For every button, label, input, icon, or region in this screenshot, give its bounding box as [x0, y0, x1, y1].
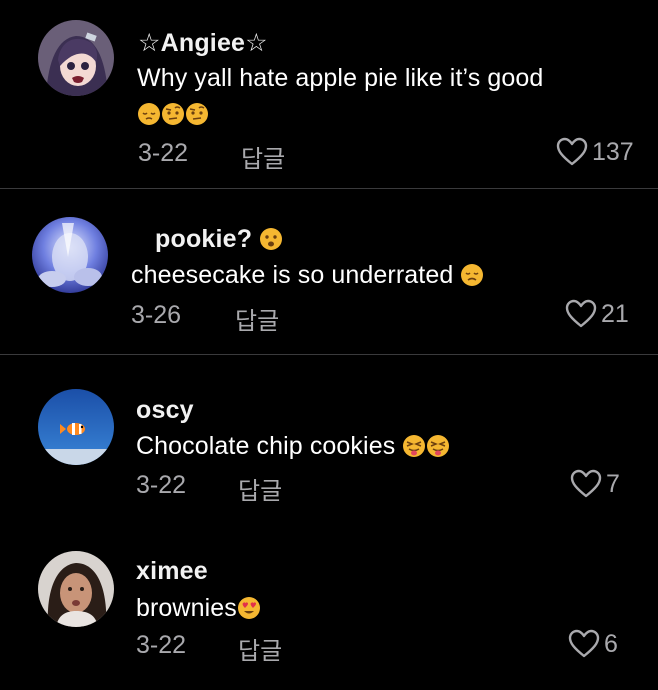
username[interactable]: pookie?	[155, 225, 283, 254]
comment-text-content: cheesecake is so underrated	[131, 261, 454, 289]
squinting-face-with-tongue-emoji	[426, 434, 450, 458]
comment-text-content: Chocolate chip cookies	[136, 432, 396, 460]
reply-button[interactable]: 답글	[238, 631, 282, 666]
like-count: 7	[606, 469, 620, 498]
comment-text: Chocolate chip cookies	[136, 428, 616, 464]
like-count: 21	[601, 299, 629, 328]
like-count: 6	[604, 629, 618, 658]
reply-button[interactable]: 답글	[241, 139, 285, 174]
username[interactable]: oscy	[136, 396, 194, 425]
comment-list: ☆Angiee☆ Why yall hate apple pie like it…	[0, 0, 658, 690]
heart-outline-icon[interactable]	[568, 629, 600, 659]
comment-date: 3-22	[136, 631, 187, 659]
like-button[interactable]: 7	[570, 469, 620, 499]
pensive-face-emoji	[137, 102, 161, 126]
reply-button[interactable]: 답글	[238, 471, 282, 506]
username-text[interactable]: pookie?	[155, 225, 252, 253]
avatar[interactable]	[38, 551, 114, 627]
face-with-raised-eyebrow-emoji	[185, 102, 209, 126]
username[interactable]: ximee	[136, 557, 208, 586]
like-button[interactable]: 137	[556, 137, 634, 167]
comment-text-content: Why yall hate apple pie like it’s good	[137, 64, 544, 92]
like-count: 137	[592, 137, 634, 166]
comment-text: cheesecake is so underrated	[131, 257, 591, 293]
like-button[interactable]: 21	[565, 299, 629, 329]
like-button[interactable]: 6	[568, 629, 618, 659]
disappointed-face-emoji	[460, 263, 484, 287]
heart-outline-icon[interactable]	[565, 299, 597, 329]
comment-date: 3-22	[136, 471, 187, 499]
username[interactable]: ☆Angiee☆	[138, 28, 268, 58]
smiling-face-with-heart-eyes-emoji	[237, 596, 261, 620]
heart-outline-icon[interactable]	[570, 469, 602, 499]
comment-item: ☆Angiee☆ Why yall hate apple pie like it…	[0, 0, 658, 188]
squinting-face-with-tongue-emoji	[402, 434, 426, 458]
frowning-face-emoji	[259, 227, 283, 251]
comment-text: Why yall hate apple pie like it’s good	[137, 60, 557, 132]
comment-date: 3-26	[131, 301, 182, 329]
heart-outline-icon[interactable]	[556, 137, 588, 167]
avatar[interactable]	[32, 217, 108, 293]
comment-item: pookie? cheesecake is so underrated 3-26…	[0, 189, 658, 354]
avatar[interactable]	[38, 20, 114, 96]
reply-button[interactable]: 답글	[235, 301, 279, 336]
comment-date: 3-22	[138, 139, 189, 167]
comment-item: ximee brownies 3-22 답글 6	[0, 525, 658, 690]
comment-item: oscy Chocolate chip cookies 3-22 답글 7	[0, 355, 658, 525]
face-with-raised-eyebrow-emoji	[161, 102, 185, 126]
comment-text: brownies	[136, 590, 436, 626]
avatar[interactable]	[38, 389, 114, 465]
comment-text-content: brownies	[136, 594, 237, 622]
